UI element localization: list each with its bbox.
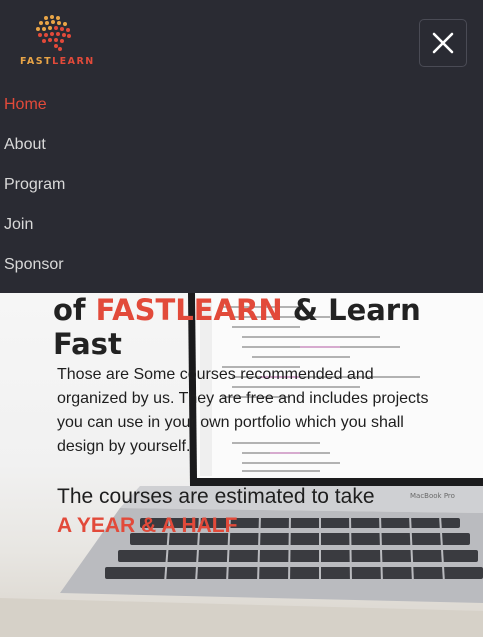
close-icon bbox=[432, 32, 454, 54]
logo-text: FASTLEARN bbox=[20, 56, 93, 67]
logo[interactable]: FASTLEARN bbox=[20, 14, 93, 70]
duration-text: The courses are estimated to take bbox=[57, 485, 375, 508]
duration-statement: The courses are estimated to take A YEAR… bbox=[57, 482, 477, 540]
navbar: FASTLEARN Home About Program Join Sponso… bbox=[0, 0, 483, 293]
hero-description: Those are Some courses recommended and o… bbox=[57, 366, 429, 455]
nav-item-join[interactable]: Join bbox=[0, 205, 65, 245]
nav-item-program[interactable]: Program bbox=[0, 165, 65, 205]
nav-menu: Home About Program Join Sponsor bbox=[0, 85, 65, 285]
headline-prefix: of bbox=[53, 293, 86, 327]
duration-highlight: A YEAR & A HALF bbox=[57, 514, 238, 537]
brain-icon bbox=[36, 15, 71, 51]
hero-headline: of FASTLEARN & Learn Fast bbox=[53, 293, 453, 361]
headline-brand: FASTLEARN bbox=[95, 293, 283, 327]
hero-section: MacBook Pro of FASTLEARN & Learn Fast Th… bbox=[0, 293, 483, 637]
logo-text-fast: FAST bbox=[20, 56, 53, 67]
nav-item-home[interactable]: Home bbox=[0, 85, 65, 125]
close-menu-button[interactable] bbox=[419, 19, 467, 67]
nav-item-sponsor[interactable]: Sponsor bbox=[0, 245, 65, 285]
nav-item-about[interactable]: About bbox=[0, 125, 65, 165]
logo-text-learn: LEARN bbox=[52, 56, 95, 67]
